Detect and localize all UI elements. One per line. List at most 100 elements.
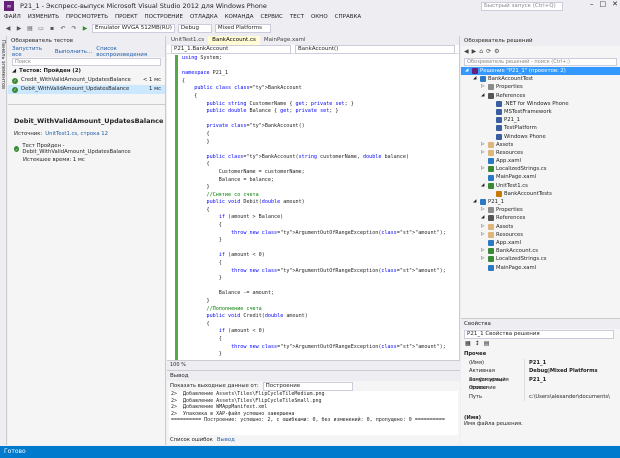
source-link[interactable]: UnitTest1.cs, строка 12 <box>45 131 108 137</box>
menu-view[interactable]: ПРОСМОТРЕТЬ <box>66 14 108 20</box>
property-value[interactable]: P21_1 <box>525 376 546 385</box>
minimize-icon[interactable]: – <box>590 0 594 8</box>
tree-node[interactable]: MainPage.xaml <box>461 173 620 181</box>
property-row[interactable]: Активная конфигурация Debug|Mixed Platfor… <box>461 367 620 383</box>
collapse-icon[interactable]: ◢ <box>12 67 16 76</box>
redo-icon[interactable]: ↷ <box>70 24 78 32</box>
expand-arrow-icon[interactable]: ▷ <box>481 223 486 231</box>
expand-arrow-icon[interactable]: ◢ <box>473 75 478 83</box>
run-all-link[interactable]: Запустить все <box>12 46 51 58</box>
tree-node[interactable]: ▷ Assets <box>461 141 620 149</box>
expand-arrow-icon[interactable]: ▷ <box>481 247 486 255</box>
categorized-icon[interactable]: ▦ <box>465 340 471 350</box>
tree-node[interactable]: ▷ Properties <box>461 206 620 214</box>
tree-node[interactable]: TestPlatform <box>461 124 620 132</box>
tree-node[interactable]: BankAccountTests <box>461 190 620 198</box>
passed-tests-group[interactable]: ◢ Тестов: Пройден (2) <box>8 67 165 76</box>
new-file-icon[interactable]: ▤ <box>26 24 34 32</box>
property-pages-icon[interactable]: ▤ <box>484 340 490 350</box>
property-value[interactable]: Debug|Mixed Platforms <box>525 367 598 376</box>
toolbox-strip[interactable]: Панель элементов <box>0 36 7 445</box>
target-device-select[interactable]: Emulator WVGA 512MB(RU) <box>92 23 175 33</box>
tree-node[interactable]: .NET for Windows Phone <box>461 100 620 108</box>
expand-arrow-icon[interactable]: ▷ <box>481 83 486 91</box>
tab-unittest1[interactable]: UnitTest1.cs <box>167 36 208 45</box>
tree-node[interactable]: ▷ Resources <box>461 231 620 239</box>
property-row[interactable]: Запускаемый проект P21_1 <box>461 375 620 391</box>
tree-node[interactable]: ▷ Resources <box>461 149 620 157</box>
menu-help[interactable]: СПРАВКА <box>335 14 362 20</box>
tree-node[interactable]: ◢ UnitTest1.cs <box>461 182 620 190</box>
expand-arrow-icon[interactable]: ▷ <box>481 165 486 173</box>
property-value[interactable] <box>525 384 529 393</box>
property-row[interactable]: Описание <box>461 384 620 393</box>
configuration-select[interactable]: Debug <box>177 23 212 33</box>
playlist-link[interactable]: Список воспроизведения <box>96 46 165 58</box>
tree-node[interactable]: App.xaml <box>461 157 620 165</box>
expand-arrow-icon[interactable]: ▷ <box>481 206 486 214</box>
zoom-level[interactable]: 100 % <box>167 360 460 369</box>
expand-arrow-icon[interactable]: ◢ <box>481 182 486 190</box>
expand-arrow-icon[interactable]: ◢ <box>473 198 478 206</box>
code-area[interactable]: using System; namespace P21_1 { public c… <box>167 55 460 360</box>
tree-node[interactable]: ▷ LocalizedStrings.cs <box>461 255 620 263</box>
close-icon[interactable]: ✕ <box>612 0 618 8</box>
type-dropdown[interactable]: P21_1.BankAccount <box>171 45 291 54</box>
tree-node[interactable]: ◢ Решение "P21_1" (проектов: 2) <box>461 67 620 76</box>
menu-project[interactable]: ПРОЕКТ <box>115 14 138 20</box>
back-icon[interactable]: ◀ <box>4 24 12 32</box>
tab-mainpage[interactable]: MainPage.xaml <box>260 36 310 45</box>
property-value[interactable]: c:\Users\alexander\documents\ <box>525 393 610 402</box>
menu-build[interactable]: ПОСТРОЕНИЕ <box>145 14 184 20</box>
refresh-icon[interactable]: ⟳ <box>486 48 491 55</box>
forward-icon[interactable]: ▶ <box>472 48 477 55</box>
expand-arrow-icon[interactable]: ▷ <box>481 231 486 239</box>
tab-bankaccount[interactable]: BankAccount.cs <box>208 36 260 45</box>
solution-search-input[interactable]: Обозреватель решений - поиск (Ctrl+;) <box>464 58 617 66</box>
tree-node[interactable]: ◢ References <box>461 92 620 100</box>
tree-node[interactable]: ◢ References <box>461 214 620 222</box>
tree-node[interactable]: MSTestFramework <box>461 108 620 116</box>
expand-arrow-icon[interactable]: ▷ <box>481 141 486 149</box>
test-search-input[interactable]: Поиск <box>12 58 161 66</box>
tree-node[interactable]: ▷ BankAccount.cs <box>461 247 620 255</box>
menu-team[interactable]: КОМАНДА <box>225 14 254 20</box>
tree-node[interactable]: Windows Phone <box>461 133 620 141</box>
save-icon[interactable]: ▪ <box>48 24 56 32</box>
tree-node[interactable]: ◢ P21_1 <box>461 198 620 206</box>
undo-icon[interactable]: ↶ <box>59 24 67 32</box>
home-icon[interactable]: ⌂ <box>479 48 483 55</box>
property-row[interactable]: (Имя) P21_1 <box>461 358 620 367</box>
member-dropdown[interactable]: BankAccount() <box>295 45 455 54</box>
start-debug-icon[interactable]: ▶ <box>81 24 89 32</box>
output-source-select[interactable]: Построение <box>262 381 353 391</box>
tree-node[interactable]: ▷ Properties <box>461 83 620 91</box>
properties-icon[interactable]: ⚙ <box>494 48 499 55</box>
expand-arrow-icon[interactable]: ◢ <box>481 92 486 100</box>
properties-category[interactable]: Прочее <box>461 350 620 359</box>
menu-window[interactable]: ОКНО <box>311 14 328 20</box>
menu-debug[interactable]: ОТЛАДКА <box>190 14 218 20</box>
test-row[interactable]: ✓ Credit_WithValidAmount_UpdatesBalance <… <box>8 76 165 85</box>
tab-output[interactable]: Вывод <box>217 435 235 445</box>
alphabetical-icon[interactable]: ↕ <box>475 340 480 350</box>
tree-node[interactable]: ◢ BankAccountTest <box>461 75 620 83</box>
tree-node[interactable]: P21_1 <box>461 116 620 124</box>
tree-node[interactable]: ▷ Assets <box>461 223 620 231</box>
output-text[interactable]: 2> Добавление Assets\Tiles\FlipCycleTile… <box>169 391 458 435</box>
properties-object-select[interactable]: P21_1 Свойства решения <box>464 330 614 339</box>
expand-arrow-icon[interactable]: ▷ <box>481 149 486 157</box>
menu-test[interactable]: ТЕСТ <box>290 14 304 20</box>
menu-tools[interactable]: СЕРВИС <box>261 14 283 20</box>
maximize-icon[interactable]: □ <box>600 0 607 8</box>
quick-launch-input[interactable]: Быстрый запуск (Ctrl+Q) <box>481 2 563 11</box>
test-row-selected[interactable]: ✓ Debit_WithValidAmount_UpdatesBalance 1 … <box>8 85 165 94</box>
tree-node[interactable]: App.xaml <box>461 239 620 247</box>
tree-node[interactable]: ▷ LocalizedStrings.cs <box>461 165 620 173</box>
platform-select[interactable]: Mixed Platforms <box>214 23 271 33</box>
tab-error-list[interactable]: Список ошибок <box>170 435 213 445</box>
back-icon[interactable]: ◀ <box>464 48 469 55</box>
property-row[interactable]: Путь c:\Users\alexander\documents\ <box>461 392 620 402</box>
tree-node[interactable]: MainPage.xaml <box>461 264 620 272</box>
menu-file[interactable]: ФАЙЛ <box>4 14 21 20</box>
